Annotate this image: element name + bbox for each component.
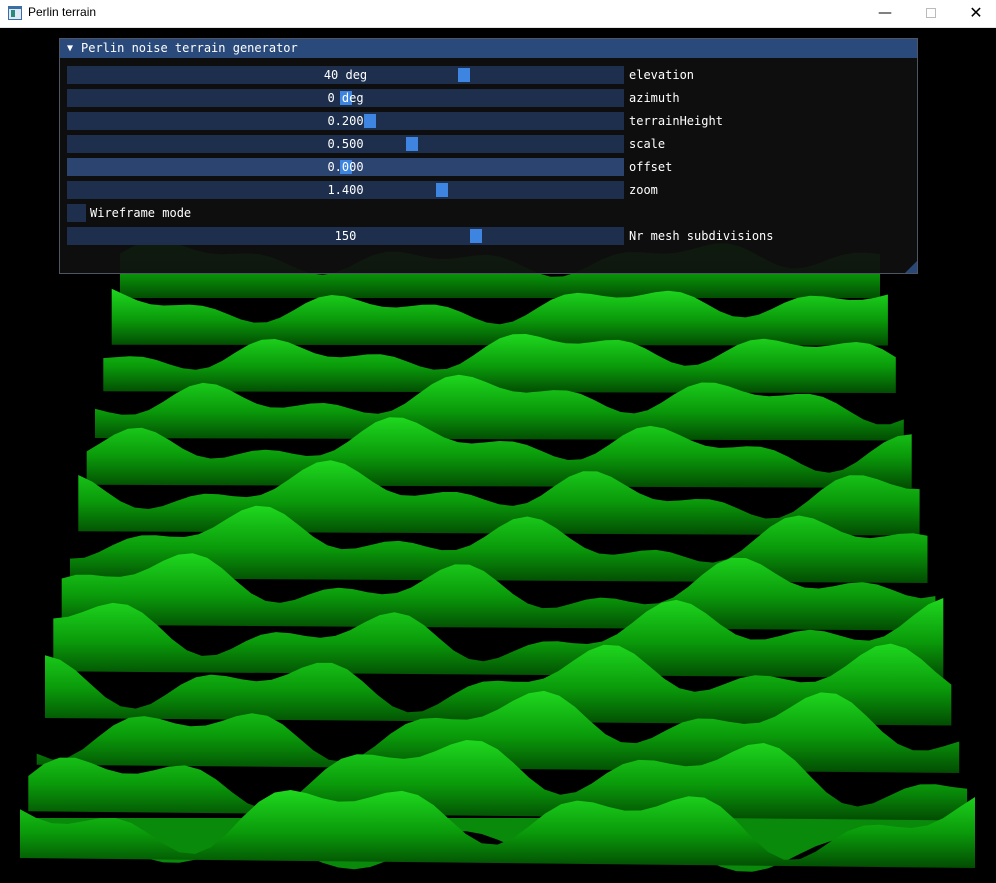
slider-value: 0.200 xyxy=(327,114,364,128)
slider-value: 1.400 xyxy=(327,183,364,197)
offset-label: offset xyxy=(629,160,673,174)
zoom-slider[interactable]: 1.400 xyxy=(67,181,624,199)
slider-value: 40 deg xyxy=(323,68,368,82)
scale-slider[interactable]: 0.500 xyxy=(67,135,624,153)
window-title-bar[interactable]: Perlin terrain — ✕ xyxy=(0,0,996,28)
azimuth-slider[interactable]: 0 deg xyxy=(67,89,624,107)
slider-value: 0.000 xyxy=(327,160,364,174)
minimize-button[interactable]: — xyxy=(862,0,908,28)
subdivisions-label: Nr mesh subdivisions xyxy=(629,229,774,243)
terrain-height-slider[interactable]: 0.200 xyxy=(67,112,624,130)
subdivisions-slider[interactable]: 150 xyxy=(67,227,624,245)
zoom-label: zoom xyxy=(629,183,658,197)
terrain-mesh xyxy=(20,240,975,872)
slider-value: 0 deg xyxy=(327,91,364,105)
elevation-label: elevation xyxy=(629,68,695,82)
wireframe-row: Wireframe mode xyxy=(67,204,367,222)
slider-value: 150 xyxy=(334,229,357,243)
resize-grip-icon[interactable] xyxy=(905,261,917,273)
elevation-slider[interactable]: 40 deg xyxy=(67,66,624,84)
close-button[interactable]: ✕ xyxy=(953,0,996,28)
panel-header[interactable]: ▼ Perlin noise terrain generator xyxy=(60,39,917,58)
azimuth-label: azimuth xyxy=(629,91,680,105)
wireframe-label[interactable]: Wireframe mode xyxy=(90,204,191,222)
maximize-icon xyxy=(926,7,936,18)
panel-title: Perlin noise terrain generator xyxy=(81,41,298,55)
app-icon xyxy=(8,6,22,20)
scale-label: scale xyxy=(629,137,666,151)
terrain-height-label: terrainHeight xyxy=(629,114,723,128)
maximize-button[interactable] xyxy=(908,0,954,28)
offset-slider[interactable]: 0.000 xyxy=(67,158,624,176)
slider-value: 0.500 xyxy=(327,137,364,151)
wireframe-checkbox[interactable] xyxy=(67,204,86,222)
terrain-settings-panel: ▼ Perlin noise terrain generator 40 deg … xyxy=(59,38,918,274)
collapse-arrow-icon[interactable]: ▼ xyxy=(67,39,73,58)
window-title: Perlin terrain xyxy=(28,5,97,19)
